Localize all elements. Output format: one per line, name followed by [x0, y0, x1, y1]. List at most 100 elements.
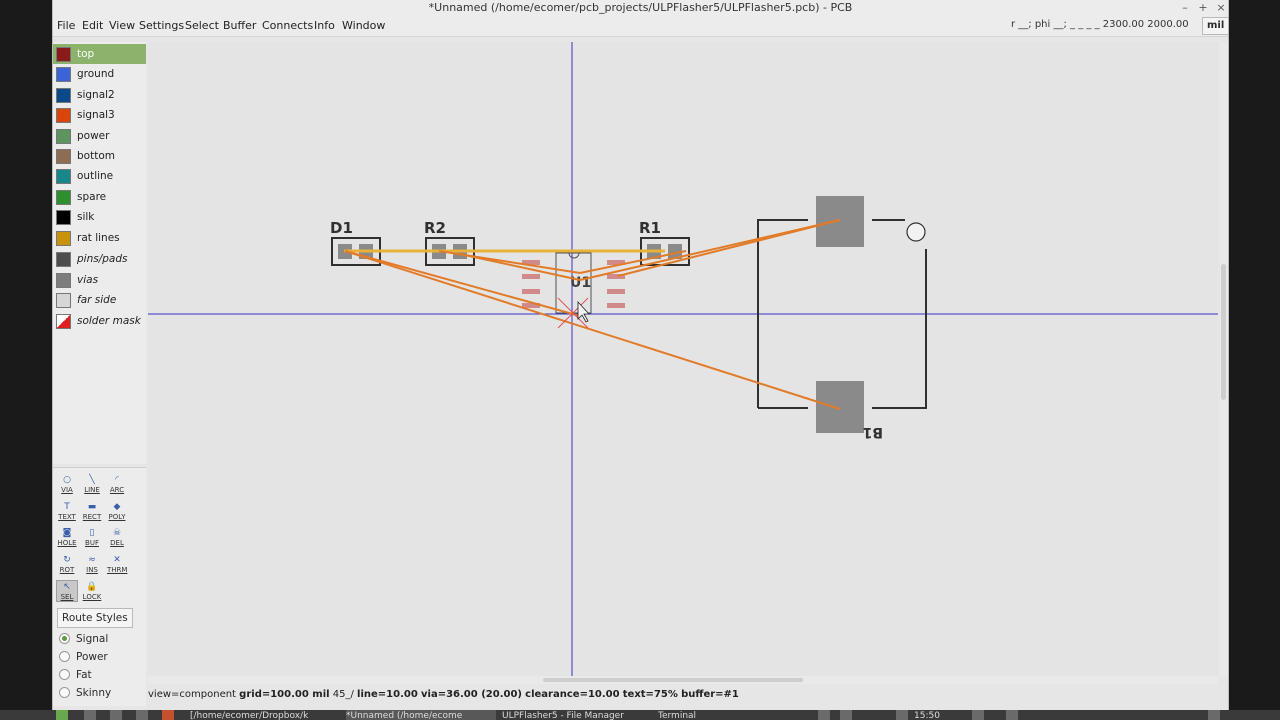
- launcher-terminal-icon[interactable]: [110, 710, 122, 720]
- tool-select-button[interactable]: ↖ SEL: [56, 580, 78, 602]
- status-angle: 45_/: [332, 689, 354, 700]
- layer-row-far-side[interactable]: far side: [53, 290, 146, 310]
- menu-info[interactable]: Info: [314, 18, 335, 34]
- radio-button[interactable]: [59, 669, 70, 680]
- radio-button[interactable]: [59, 687, 70, 698]
- menu-view[interactable]: View: [109, 18, 135, 34]
- status-bar: view=component grid=100.00 mil 45_/ line…: [148, 687, 1228, 703]
- layer-label: signal3: [77, 109, 115, 121]
- tool-hole-button[interactable]: ◙ HOLE: [56, 526, 78, 548]
- component-r2[interactable]: R2: [424, 219, 475, 266]
- launcher-browser-icon[interactable]: [162, 710, 174, 720]
- tool-thermal-button[interactable]: ✕ THRM: [106, 553, 128, 575]
- menu-buffer[interactable]: Buffer: [223, 18, 256, 34]
- layer-row-rat-lines[interactable]: rat lines: [53, 228, 146, 248]
- vertical-scrollbar[interactable]: [1220, 42, 1228, 676]
- layer-swatch[interactable]: [56, 273, 71, 288]
- tool-delete-button[interactable]: ☠ DEL: [106, 526, 128, 548]
- task-pcb[interactable]: *Unnamed (/home/ecome: [346, 710, 496, 720]
- route-styles-button[interactable]: Route Styles: [57, 608, 133, 628]
- thermal-icon: ✕: [113, 555, 121, 565]
- hole-icon: ◙: [62, 528, 72, 538]
- arc-icon: ◜: [115, 475, 119, 485]
- close-icon[interactable]: ×: [1213, 0, 1229, 15]
- rotate-icon: ↻: [63, 555, 71, 565]
- line-icon: ╲: [89, 475, 95, 485]
- tool-rect-button[interactable]: ▬ RECT: [81, 500, 103, 522]
- menu-window[interactable]: Window: [342, 18, 385, 34]
- menu-edit[interactable]: Edit: [82, 18, 103, 34]
- layer-swatch[interactable]: [56, 252, 71, 267]
- layer-row-vias[interactable]: vias: [53, 270, 146, 290]
- workspace-icon[interactable]: [1006, 710, 1018, 720]
- pcb-canvas[interactable]: D1 R2 R1 U1 B1: [148, 42, 1218, 676]
- layer-row-silk[interactable]: silk: [53, 207, 146, 227]
- radio-button[interactable]: [59, 651, 70, 662]
- layer-swatch[interactable]: [56, 67, 71, 82]
- power-icon[interactable]: [896, 710, 908, 720]
- tool-arc-button[interactable]: ◜ ARC: [106, 473, 128, 495]
- layer-swatch[interactable]: [56, 108, 71, 123]
- launcher-files-icon[interactable]: [84, 710, 96, 720]
- layer-swatch[interactable]: [56, 293, 71, 308]
- layer-row-signal3[interactable]: signal3: [53, 105, 146, 125]
- layer-swatch[interactable]: [56, 314, 71, 329]
- volume-icon[interactable]: [840, 710, 852, 720]
- tool-poly-button[interactable]: ◆ POLY: [106, 500, 128, 522]
- board-drawing[interactable]: D1 R2 R1 U1 B1: [148, 42, 1218, 676]
- layer-row-signal2[interactable]: signal2: [53, 85, 146, 105]
- layer-swatch[interactable]: [56, 47, 71, 62]
- tool-text-button[interactable]: T TEXT: [56, 500, 78, 522]
- layer-swatch[interactable]: [56, 210, 71, 225]
- network-icon[interactable]: [818, 710, 830, 720]
- app-menu-icon[interactable]: [56, 710, 68, 720]
- layer-swatch[interactable]: [56, 149, 71, 164]
- layer-label: spare: [77, 191, 107, 203]
- task-file-manager[interactable]: ULPFlasher5 - File Manager: [502, 710, 652, 720]
- layer-row-pins-pads[interactable]: pins/pads: [53, 249, 146, 269]
- layer-swatch[interactable]: [56, 88, 71, 103]
- text-icon: T: [64, 502, 70, 512]
- layer-swatch[interactable]: [56, 129, 71, 144]
- layer-row-spare[interactable]: spare: [53, 187, 146, 207]
- layer-label: rat lines: [77, 232, 120, 244]
- speaker-icon[interactable]: [1208, 710, 1220, 720]
- notification-icon[interactable]: [972, 710, 984, 720]
- menu-settings[interactable]: Settings: [139, 18, 184, 34]
- layer-swatch[interactable]: [56, 190, 71, 205]
- layer-swatch[interactable]: [56, 169, 71, 184]
- horizontal-scroll-thumb[interactable]: [543, 678, 803, 682]
- poly-icon: ◆: [113, 502, 121, 512]
- radio-button[interactable]: [59, 633, 70, 644]
- maximize-icon[interactable]: +: [1195, 0, 1211, 15]
- tool-lock-button[interactable]: 🔒 LOCK: [81, 580, 103, 602]
- layer-row-ground[interactable]: ground: [53, 64, 146, 84]
- tool-insert-button[interactable]: ≈ INS: [81, 553, 103, 575]
- layer-row-solder-mask[interactable]: solder mask: [53, 311, 146, 331]
- launcher-editor-icon[interactable]: [136, 710, 148, 720]
- status-clearance: clearance=10.00: [525, 689, 620, 700]
- layer-row-top[interactable]: top: [53, 44, 146, 64]
- layer-row-outline[interactable]: outline: [53, 166, 146, 186]
- menu-connects[interactable]: Connects: [262, 18, 313, 34]
- menu-select[interactable]: Select: [185, 18, 219, 34]
- task-terminal[interactable]: Terminal: [658, 710, 808, 720]
- task-folder[interactable]: [/home/ecomer/Dropbox/k: [190, 710, 340, 720]
- vertical-scroll-thumb[interactable]: [1221, 264, 1226, 400]
- tool-rotate-button[interactable]: ↻ ROT: [56, 553, 78, 575]
- layer-row-power[interactable]: power: [53, 126, 146, 146]
- menu-file[interactable]: File: [57, 18, 75, 34]
- minimize-icon[interactable]: –: [1177, 0, 1193, 15]
- tool-buffer-button[interactable]: ▯ BUF: [81, 526, 103, 548]
- layer-label: ground: [77, 68, 115, 80]
- layer-row-bottom[interactable]: bottom: [53, 146, 146, 166]
- refdes-d1: D1: [330, 219, 353, 237]
- layer-swatch[interactable]: [56, 231, 71, 246]
- component-r1[interactable]: R1: [639, 219, 690, 266]
- horizontal-scrollbar[interactable]: [148, 676, 1218, 684]
- layer-label: top: [77, 48, 95, 60]
- units-toggle-button[interactable]: mil: [1202, 17, 1230, 35]
- rect-icon: ▬: [87, 502, 97, 512]
- tool-via-button[interactable]: ○ VIA: [56, 473, 78, 495]
- tool-line-button[interactable]: ╲ LINE: [81, 473, 103, 495]
